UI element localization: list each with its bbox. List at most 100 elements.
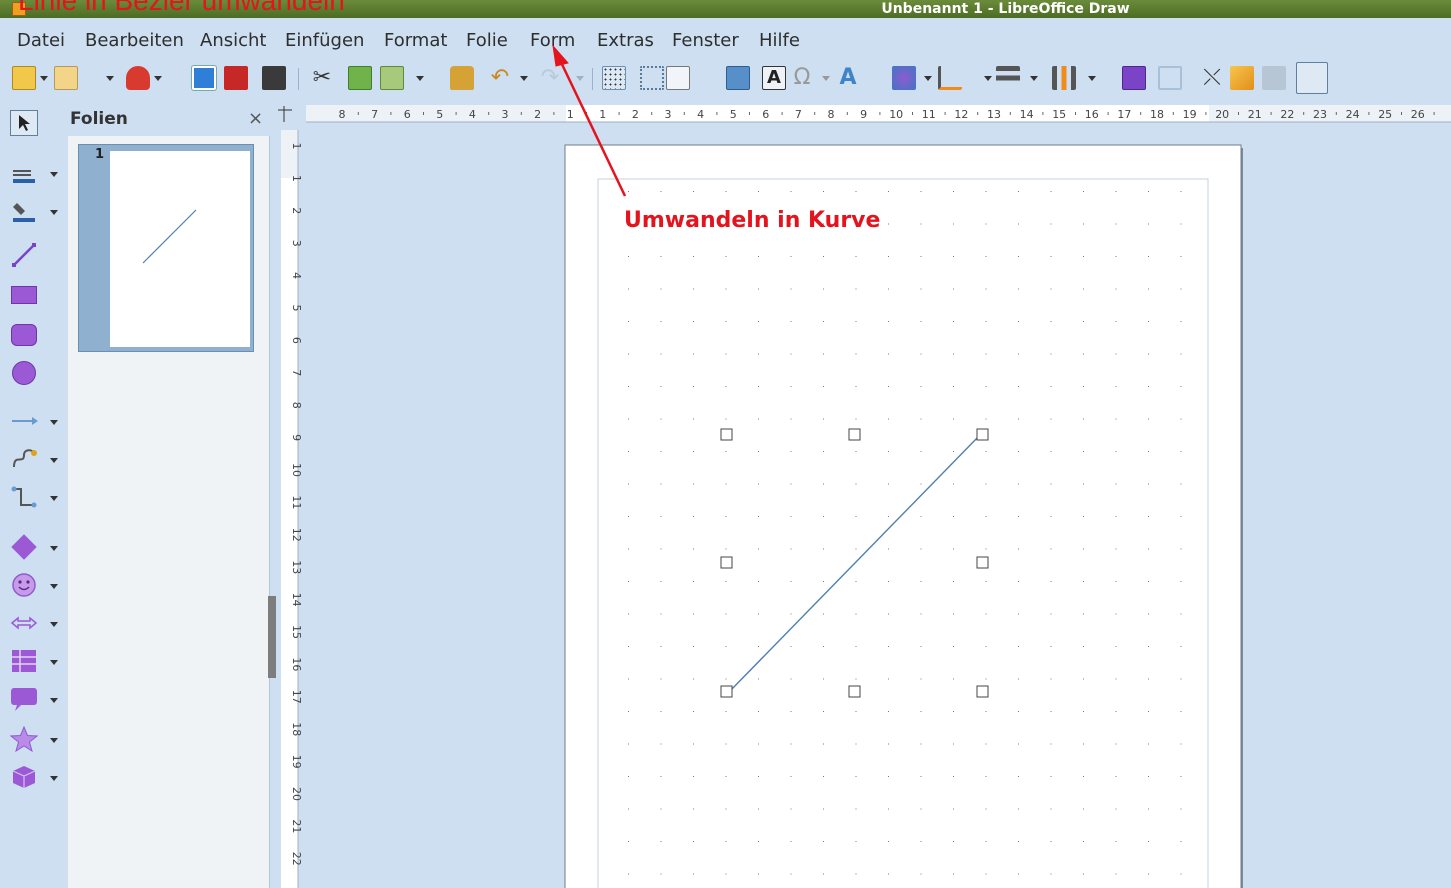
line-style-icon[interactable] [10,162,38,188]
star-icon[interactable] [10,726,38,752]
glue-icon[interactable] [1230,66,1254,90]
menu-fenster[interactable]: Fenster [672,30,739,52]
export-icon[interactable] [192,66,216,90]
panel-splitter[interactable] [268,596,276,678]
selection-handle[interactable] [720,428,733,441]
connector-icon[interactable] [10,484,38,510]
curve-icon[interactable] [10,446,38,472]
selection-handle[interactable] [848,428,861,441]
menu-hilfe[interactable]: Hilfe [759,30,800,52]
image-icon[interactable] [726,66,750,90]
drawing-canvas[interactable] [306,130,1451,888]
points-icon[interactable]: ⤬ [1200,66,1224,90]
zoom-pan-icon[interactable] [666,66,690,90]
grid-dot [1115,386,1117,387]
redo-dropdown-icon[interactable] [576,76,584,81]
grid-dot [693,873,694,875]
special-char-dropdown-icon[interactable] [822,76,830,81]
align-icon[interactable] [938,66,962,90]
fontwork-icon[interactable]: A [836,66,860,90]
new-dropdown-icon[interactable] [40,76,48,81]
selection-handle[interactable] [720,685,733,698]
helplines-icon[interactable] [640,66,664,90]
cut-icon[interactable]: ✂ [310,66,334,90]
table-icon[interactable] [10,648,38,674]
menu-datei[interactable]: Datei [17,30,65,52]
arrow-line-icon[interactable] [10,408,38,434]
table-dropdown-icon[interactable] [50,660,58,665]
menu-ansicht[interactable]: Ansicht [200,30,266,52]
grid-dot [1148,841,1149,842]
crop-icon[interactable] [1158,66,1182,90]
curve-dropdown-icon[interactable] [50,458,58,463]
slide-thumbnail[interactable]: 1 [78,144,254,352]
star-dropdown-icon[interactable] [50,738,58,743]
align-dropdown-icon[interactable] [984,76,992,81]
line-color-icon[interactable] [1296,62,1328,94]
templates-dropdown-icon[interactable] [154,76,162,81]
menu-extras[interactable]: Extras [597,30,654,52]
selection-handle[interactable] [848,685,861,698]
rounded-rect-icon[interactable] [10,322,38,348]
diamond-dropdown-icon[interactable] [50,546,58,551]
line-icon[interactable] [10,242,38,268]
paste-icon[interactable] [380,66,404,90]
open-icon[interactable] [54,66,78,90]
clone-formatting-icon[interactable] [450,66,474,90]
menu-folie[interactable]: Folie [466,30,508,52]
new-icon[interactable] [12,66,36,90]
textbox-icon[interactable]: A [762,66,786,90]
selection-handle[interactable] [976,556,989,569]
menu-form[interactable]: Form [530,30,575,52]
arrow-line-dropdown-icon[interactable] [50,420,58,425]
callout-icon[interactable] [10,686,38,712]
shadow-icon[interactable] [1122,66,1146,90]
double-arrow-dropdown-icon[interactable] [50,622,58,627]
ruler-tick-label: 7 [290,369,303,376]
diamond-icon[interactable] [10,534,38,560]
templates-icon[interactable] [126,66,150,90]
ruler-tick-label: 20 [290,787,303,801]
open-dropdown-icon[interactable] [106,76,114,81]
menu-format[interactable]: Format [384,30,447,52]
copy-icon[interactable] [348,66,372,90]
paste-dropdown-icon[interactable] [416,76,424,81]
selection-handle[interactable] [976,685,989,698]
extrusion-icon[interactable] [1262,66,1286,90]
transform-icon[interactable] [892,66,916,90]
selection-handle[interactable] [720,556,733,569]
line-style-dropdown-icon[interactable] [50,172,58,177]
select-icon[interactable] [10,110,38,136]
grid-dot [1018,581,1019,582]
smiley-icon[interactable] [10,572,38,598]
arrange-icon[interactable] [996,66,1020,90]
redo-icon[interactable]: ↷ [538,66,562,90]
fill-color-dropdown-icon[interactable] [50,210,58,215]
distribute-icon[interactable] [1052,66,1076,90]
fill-color-icon[interactable] [10,198,38,224]
undo-icon[interactable]: ↶ [488,66,512,90]
transform-dropdown-icon[interactable] [924,76,932,81]
ruler-tick-label: 5 [436,108,443,121]
print-icon[interactable] [262,66,286,90]
rectangle-icon[interactable] [10,282,38,308]
double-arrow-icon[interactable] [10,610,38,636]
cube-icon[interactable] [10,764,38,790]
undo-dropdown-icon[interactable] [520,76,528,81]
pdf-icon[interactable] [224,66,248,90]
selection-handle[interactable] [976,428,989,441]
grid-icon[interactable] [602,66,626,90]
callout-dropdown-icon[interactable] [50,698,58,703]
smiley-dropdown-icon[interactable] [50,584,58,589]
drawing-page[interactable] [564,144,1242,888]
special-char-icon[interactable]: Ω [790,66,814,90]
menu-einfuegen[interactable]: Einfügen [285,30,364,52]
cube-dropdown-icon[interactable] [50,776,58,781]
ellipse-icon[interactable] [10,360,38,386]
close-icon[interactable]: × [248,108,263,129]
toolbar-separator [298,68,299,90]
menu-bearbeiten[interactable]: Bearbeiten [85,30,184,52]
distribute-dropdown-icon[interactable] [1088,76,1096,81]
connector-dropdown-icon[interactable] [50,496,58,501]
arrange-dropdown-icon[interactable] [1030,76,1038,81]
